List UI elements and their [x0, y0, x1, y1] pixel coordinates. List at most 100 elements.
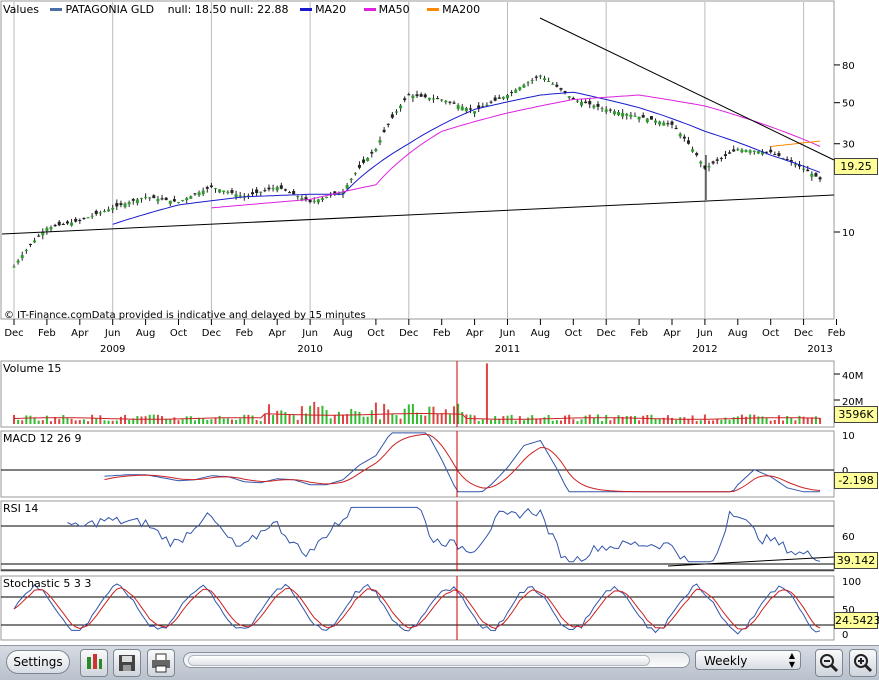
- symbol-label: PATAGONIA GLD: [65, 3, 155, 16]
- scrollbar-thumb[interactable]: [188, 655, 650, 666]
- candle-body: [102, 210, 106, 212]
- volume-bar: [576, 421, 579, 424]
- candle-body: [33, 240, 37, 243]
- candle-body: [678, 133, 682, 137]
- volume-bar: [638, 420, 641, 424]
- candle-body: [98, 212, 102, 214]
- candle-body: [349, 178, 353, 180]
- candle-body: [148, 197, 152, 199]
- candle-body: [181, 200, 185, 202]
- candle-body: [61, 224, 65, 226]
- zoom-in-icon[interactable]: [849, 649, 877, 677]
- candle-body: [629, 114, 633, 117]
- candle-body: [374, 149, 378, 151]
- volume-bar: [296, 419, 299, 424]
- volume-bar: [428, 406, 431, 424]
- volume-bar: [469, 414, 472, 424]
- x-axis-years: 2009 2010 2011 2012 2013: [100, 344, 833, 355]
- values-label: Values: [3, 3, 39, 16]
- month-tick: Oct: [762, 328, 779, 339]
- month-tick: Feb: [828, 328, 846, 339]
- volume-bar: [490, 420, 493, 424]
- candle-body: [654, 120, 658, 123]
- month-tick: Feb: [235, 328, 253, 339]
- candle-body: [769, 149, 773, 153]
- volume-bar: [74, 420, 77, 424]
- print-icon[interactable]: [147, 649, 175, 677]
- candle-body: [711, 161, 715, 164]
- candle-body: [723, 154, 727, 157]
- candle-body: [65, 221, 69, 224]
- candle-body: [691, 149, 695, 152]
- month-tick: Dec: [202, 328, 221, 339]
- month-tick: Dec: [794, 328, 813, 339]
- settings-button[interactable]: Settings: [6, 650, 70, 674]
- candle-body: [473, 111, 477, 114]
- candle-body: [580, 101, 584, 106]
- volume-bar: [78, 420, 81, 424]
- volume-bar: [708, 420, 711, 424]
- candle-body: [325, 196, 329, 199]
- period-select[interactable]: Weekly ▲ ▼: [695, 650, 801, 670]
- volume-bar: [675, 420, 678, 424]
- volume-bar: [699, 420, 702, 424]
- volume-bar: [161, 416, 164, 424]
- volume-bar: [765, 417, 768, 424]
- candle-body: [567, 96, 571, 98]
- volume-bar: [790, 417, 793, 424]
- volume-bar: [25, 415, 28, 424]
- volume-bar: [62, 415, 65, 424]
- volume-bar: [650, 414, 653, 424]
- candle-body: [715, 159, 719, 161]
- candle-body: [156, 198, 160, 202]
- candle-body: [596, 103, 600, 107]
- volume-bar: [629, 416, 632, 424]
- candle-body: [510, 92, 514, 94]
- candle-body: [728, 152, 732, 154]
- zoom-out-icon[interactable]: [815, 649, 843, 677]
- volume-bar: [292, 415, 295, 424]
- candle-body: [296, 196, 300, 198]
- volume-bar: [547, 415, 550, 424]
- candle-body: [226, 191, 230, 193]
- stoch-tick-0: 0: [842, 630, 848, 641]
- time-scrollbar[interactable]: [183, 652, 690, 668]
- rsi-pane: 60: [0, 500, 855, 572]
- candle-body: [168, 200, 172, 204]
- volume-label: Volume 15: [3, 362, 62, 375]
- volume-bar: [444, 409, 447, 424]
- candle-body: [427, 97, 431, 100]
- ma50-legend: MA50: [378, 3, 410, 16]
- month-tick: Feb: [433, 328, 451, 339]
- candle-body: [115, 203, 119, 207]
- volume-bar: [50, 421, 53, 424]
- ma200-swatch: [427, 8, 440, 11]
- volume-bar: [95, 418, 98, 424]
- volume-bar: [193, 420, 196, 424]
- save-icon[interactable]: [113, 649, 141, 677]
- candle-body: [460, 106, 464, 111]
- volume-bar: [453, 406, 456, 424]
- candle-body: [251, 192, 255, 195]
- candle-body: [86, 217, 90, 219]
- ma20-legend: MA20: [315, 3, 347, 16]
- candle-body: [90, 215, 94, 217]
- month-tick: Jun: [499, 328, 516, 339]
- rsi-tick-60: 60: [842, 532, 855, 543]
- volume-bar: [543, 417, 546, 424]
- volume-bar: [580, 419, 583, 424]
- candle-body: [366, 157, 370, 162]
- candle-body: [501, 96, 505, 99]
- candle-body: [316, 199, 320, 203]
- volume-bar: [592, 417, 595, 424]
- chart-type-icon[interactable]: [80, 649, 108, 677]
- year-tick-2011: 2011: [495, 344, 520, 355]
- candle-body: [160, 198, 164, 200]
- candle-body: [612, 111, 616, 115]
- ma20-swatch: [300, 8, 313, 11]
- price-tick-50: 50: [842, 99, 855, 110]
- rsi-label: RSI 14: [3, 502, 39, 515]
- volume-bar: [107, 420, 110, 424]
- candle-body: [662, 122, 666, 126]
- candle-body: [756, 151, 760, 154]
